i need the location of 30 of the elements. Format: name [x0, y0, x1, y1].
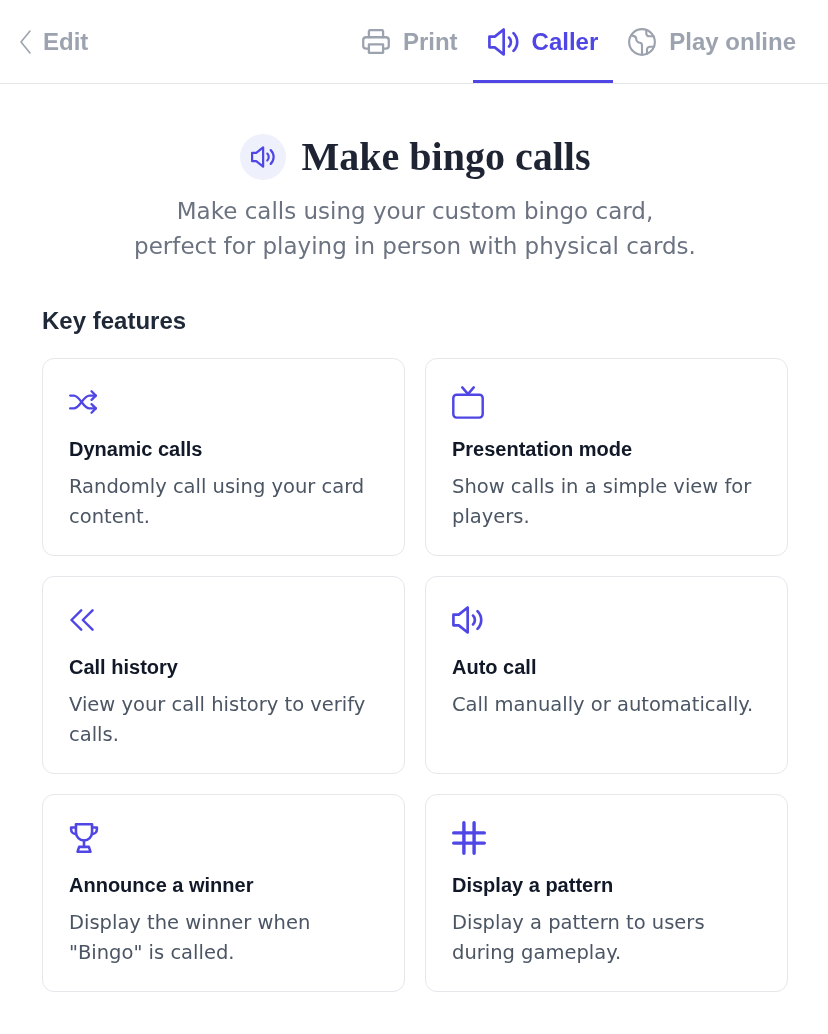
chevron-left-icon: [20, 29, 31, 54]
speaker-icon: [487, 27, 519, 56]
printer-icon: [361, 29, 390, 54]
feature-title: Announce a winner: [69, 873, 255, 898]
nav-tab[interactable]: Print: [346, 0, 473, 83]
trophy-icon: [69, 823, 99, 853]
feature-description: Randomly call using your card content.: [69, 474, 366, 530]
speaker-icon: [239, 134, 286, 180]
feature-description: Show calls in a simple view for players.: [452, 474, 753, 530]
globe-icon: [628, 27, 657, 56]
hash-icon: [452, 821, 486, 855]
section-heading: Key features: [42, 306, 188, 336]
speaker-icon: [452, 606, 483, 634]
feature-description: View your call history to verify calls.: [69, 692, 367, 748]
feature-description: Display the winner when "Bingo" is called.: [69, 910, 312, 966]
tv-icon: [452, 385, 484, 419]
nav-tab[interactable]: Caller: [472, 0, 614, 83]
double-chevron-left-icon: [69, 609, 95, 631]
feature-title: Display a pattern: [452, 873, 615, 898]
page-subtitle: Make calls using your custom bingo card, perfect for playing in person with physical cards.: [133, 197, 697, 261]
page-title: Make bingo calls: [301, 134, 591, 180]
nav-tab[interactable]: Play online: [613, 0, 811, 83]
feature-title: Presentation mode: [452, 437, 634, 462]
feature-title: Dynamic calls: [69, 437, 204, 462]
feature-title: Auto call: [452, 655, 538, 680]
feature-description: Display a pattern to users during gameplay.: [452, 910, 706, 966]
back-button[interactable]: Edit: [20, 0, 89, 83]
shuffle-icon: [69, 389, 97, 415]
feature-title: Call history: [69, 655, 179, 680]
feature-description: Call manually or automatically.: [452, 692, 755, 718]
